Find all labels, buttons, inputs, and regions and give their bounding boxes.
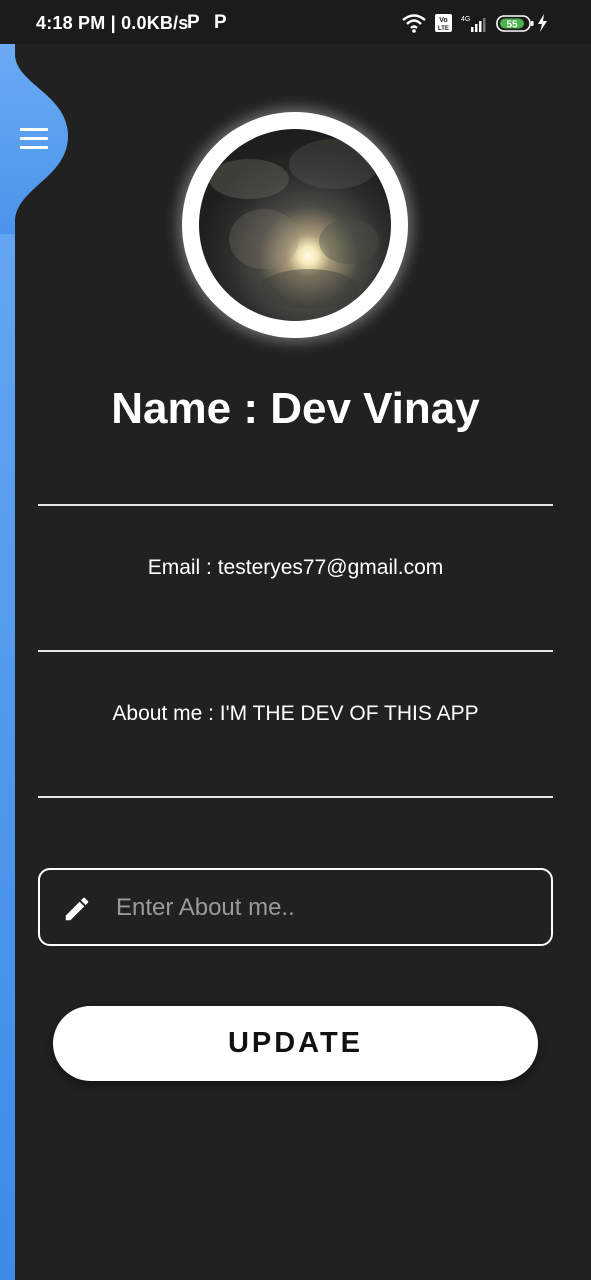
profile-screen: 4:18 PM | 0.0KB/s P P Vo LTE 4G 55 Name … [0,0,591,1280]
divider [38,504,553,506]
profile-name: Name : Dev Vinay [111,384,480,433]
wifi-icon [402,14,426,33]
volte-icon: Vo LTE [435,14,452,32]
avatar[interactable] [182,112,408,338]
notification-p-icon: P [214,12,227,33]
notification-p-icon: P [187,12,200,33]
battery-level: 55 [506,20,518,31]
svg-text:Vo: Vo [439,17,447,24]
status-time: 4:18 PM | 0.0KB/s [36,13,189,33]
signal-icon: 4G [461,16,486,32]
divider [38,796,553,798]
hamburger-menu-icon[interactable] [20,128,48,150]
status-bar: 4:18 PM | 0.0KB/s P P Vo LTE 4G 55 [0,0,591,44]
divider [38,650,553,652]
profile-about: About me : I'M THE DEV OF THIS APP [112,702,479,725]
update-button[interactable]: UPDATE [53,1006,538,1081]
network-type-label: 4G [461,16,470,23]
charging-icon [538,14,547,32]
pencil-icon [65,897,89,921]
status-icons: Vo LTE 4G 55 [402,14,547,33]
svg-text:LTE: LTE [438,26,449,32]
moon-night-photo [199,129,391,321]
profile-email: Email : testeryes77@gmail.com [147,556,444,579]
about-input[interactable] [114,886,538,930]
about-input-field[interactable] [38,868,553,946]
battery-icon: 55 [496,15,534,32]
